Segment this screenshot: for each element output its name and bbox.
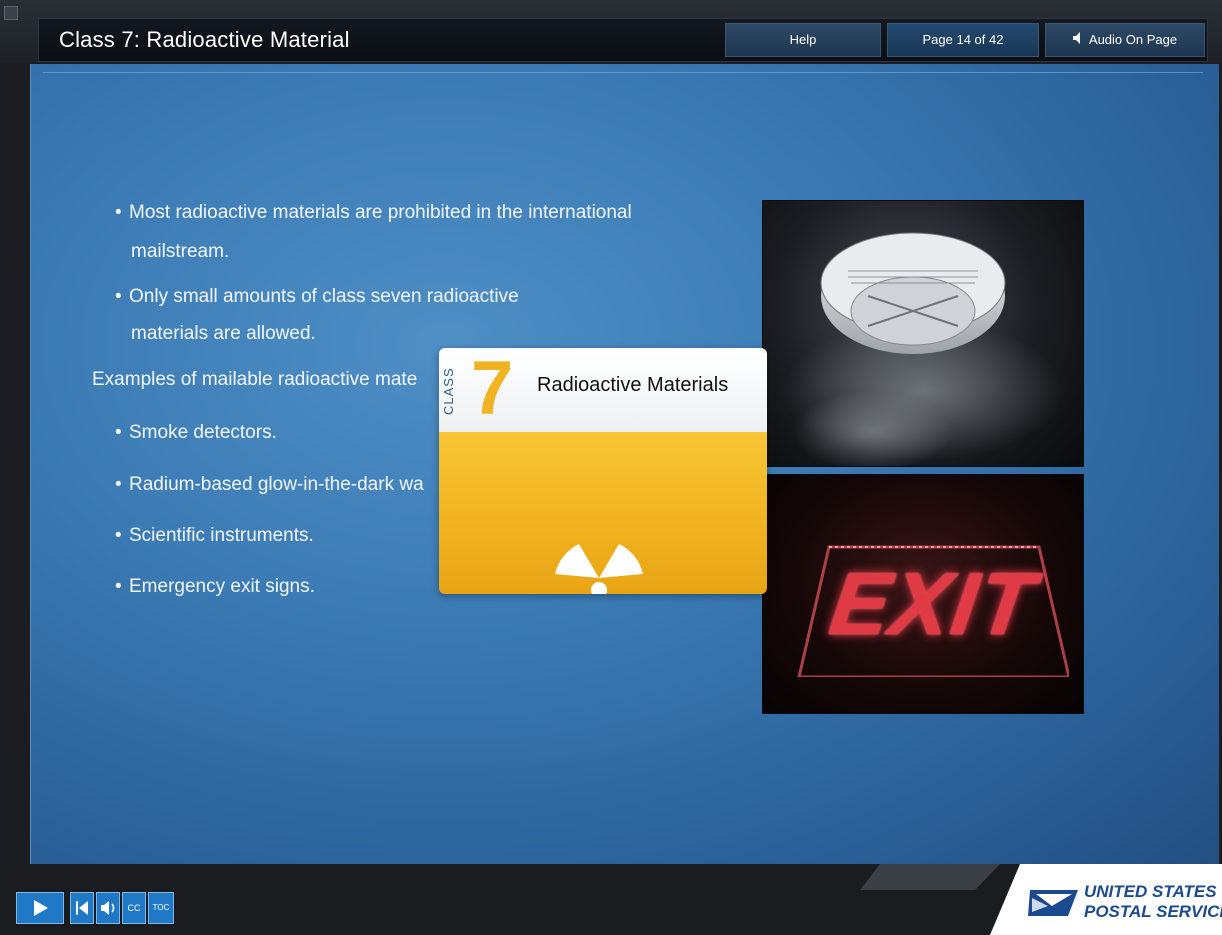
cc-label: CC — [127, 903, 141, 913]
class-7-hazard-card: CLASS 7 Radioactive Materials — [439, 348, 767, 594]
audio-label: Audio On Page — [1088, 32, 1178, 47]
usps-logo: UNITED STATES POSTAL SERVICE® — [1028, 880, 1222, 930]
cc-button[interactable]: CC — [122, 892, 146, 924]
back-icon — [76, 901, 88, 915]
audio-button[interactable] — [96, 892, 120, 924]
slide-content: • Most radioactive materials are prohibit… — [30, 64, 1219, 864]
audio-on-page-button[interactable]: Audio On Page — [1045, 23, 1205, 57]
toc-button[interactable]: TOC — [148, 892, 174, 924]
audio-icon — [101, 901, 115, 915]
card-header: CLASS 7 Radioactive Materials — [439, 348, 767, 432]
page-indicator: Page 14 of 42 — [887, 23, 1039, 57]
play-button[interactable] — [16, 892, 64, 924]
class-word: CLASS — [441, 367, 456, 415]
bullet-item: • Most radioactive materials are prohibit… — [115, 202, 632, 223]
usps-brand-line1: UNITED STATES — [1084, 882, 1217, 901]
bullet-item-continued: materials are allowed. — [131, 323, 316, 344]
exit-sign-text: EXIT — [824, 554, 1042, 653]
back-button[interactable] — [70, 892, 94, 924]
class-number: 7 — [471, 348, 514, 431]
top-bar: Class 7: Radioactive Material Help Page … — [0, 0, 1222, 62]
card-label: Radioactive Materials — [537, 374, 729, 396]
exit-sign-photo: EXIT — [762, 474, 1084, 714]
example-item: • Radium-based glow-in-the-dark wa — [115, 474, 424, 495]
example-item: • Emergency exit signs. — [115, 576, 315, 597]
example-item: • Scientific instruments. — [115, 525, 314, 546]
title-bar: Class 7: Radioactive Material Help Page … — [38, 18, 1208, 62]
example-item: • Smoke detectors. — [115, 422, 277, 443]
bullet-item-continued: mailstream. — [131, 241, 230, 262]
usps-eagle-icon — [1028, 890, 1078, 916]
toc-label: TOC — [152, 903, 170, 912]
smoke-detector-illustration — [783, 232, 1063, 471]
bullet-item: • Only small amounts of class seven radio… — [115, 286, 519, 307]
speaker-icon — [1072, 24, 1083, 56]
help-button[interactable]: Help — [725, 23, 881, 57]
card-body — [439, 432, 767, 594]
page-title: Class 7: Radioactive Material — [59, 27, 350, 52]
window-menu-icon[interactable] — [4, 6, 18, 20]
play-icon — [34, 900, 48, 916]
smoke-detector-photo — [762, 200, 1084, 471]
player-controls: CC TOC — [16, 892, 176, 924]
examples-heading: Examples of mailable radioactive mate — [92, 369, 418, 390]
radiation-trefoil-icon — [555, 544, 643, 594]
usps-brand-line2: POSTAL SERVICE® — [1084, 902, 1222, 921]
